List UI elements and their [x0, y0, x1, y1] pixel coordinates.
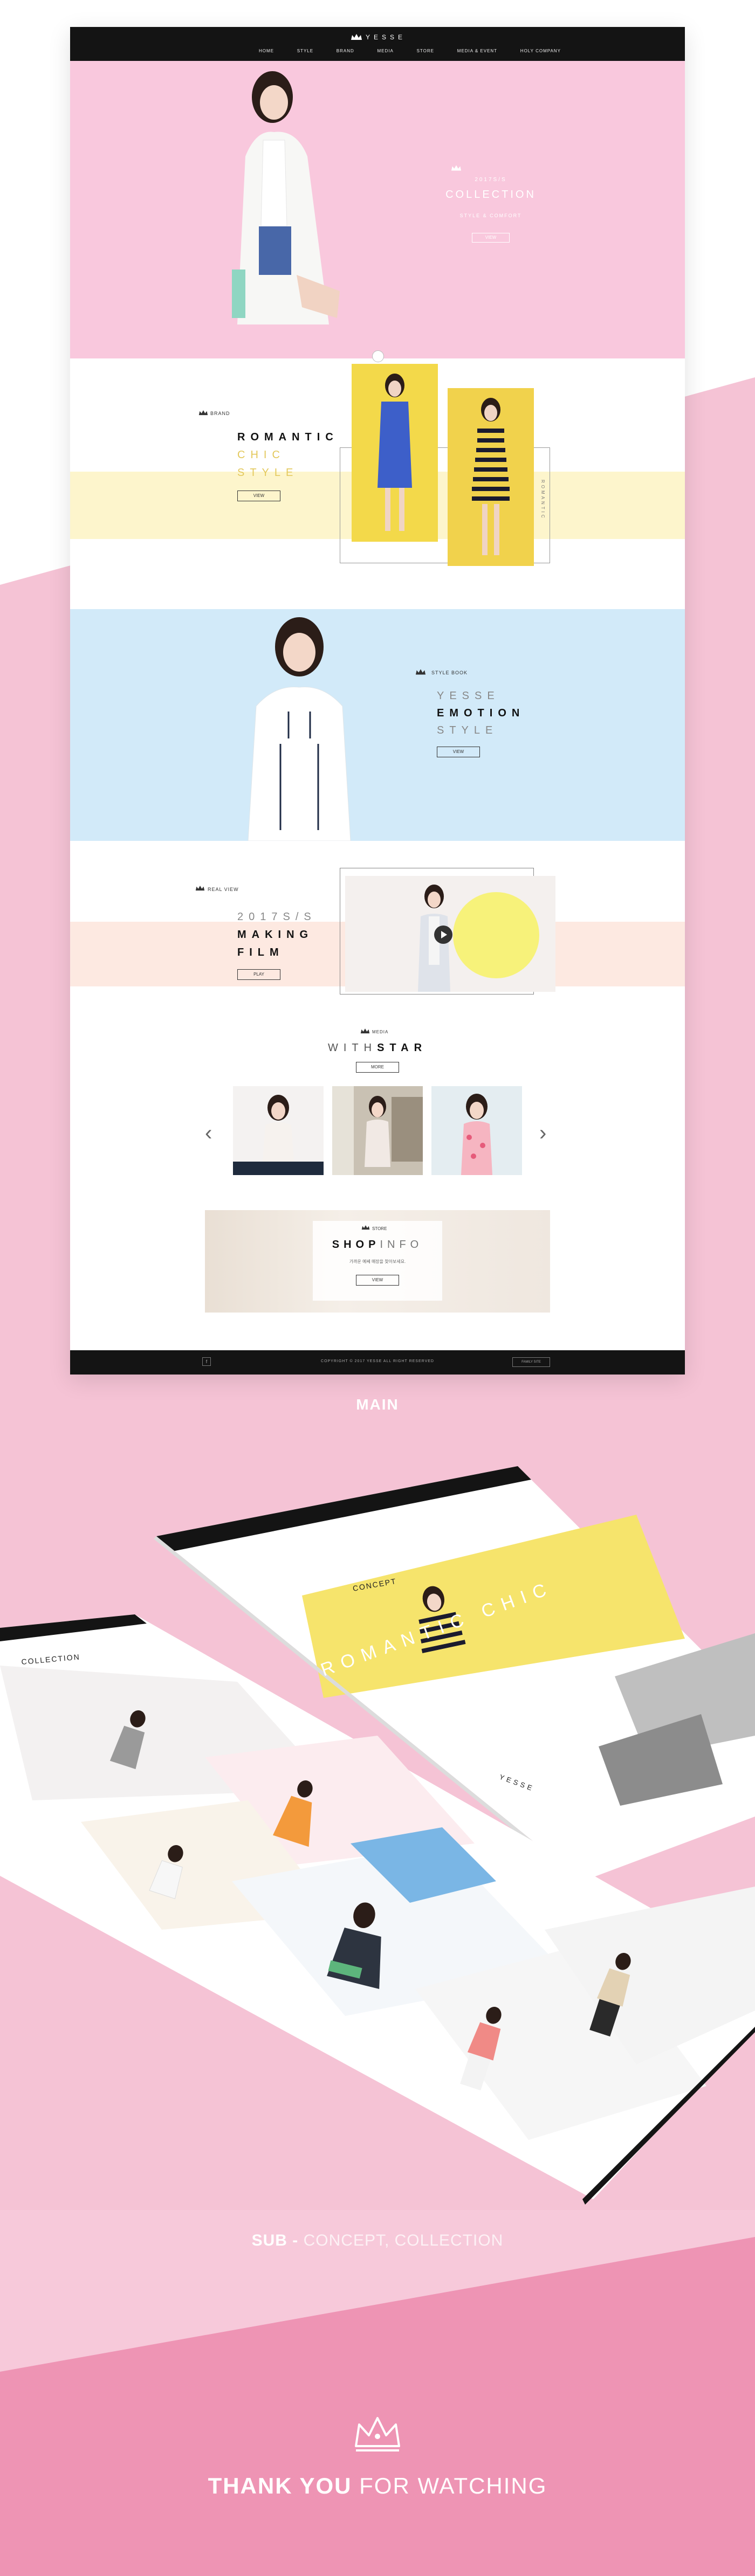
- chevron-left-icon[interactable]: ‹: [205, 1121, 212, 1145]
- nav-item-media[interactable]: MEDIA: [378, 49, 394, 53]
- romantic-crown-icon: [198, 410, 208, 416]
- hero-banner: [70, 61, 685, 358]
- romantic-tag: BRAND: [210, 411, 230, 416]
- nav-menu: HOME STYLE BRAND MEDIA STORE MEDIA & EVE…: [259, 49, 561, 53]
- star-thumbnail-3[interactable]: [431, 1086, 522, 1175]
- family-site-button[interactable]: FAMILY SITE: [512, 1357, 550, 1367]
- nav-item-brand[interactable]: BRAND: [337, 49, 354, 53]
- shop-title-bold: SHOP: [332, 1239, 380, 1251]
- emotion-tag: STYLE BOOK: [431, 670, 468, 675]
- romantic-model-1: [352, 364, 438, 542]
- star-tag: MEDIA: [372, 1030, 389, 1034]
- crown-logo-icon: [355, 2417, 400, 2451]
- hero-title: COLLECTION: [445, 189, 536, 201]
- star-title-light: WITH: [327, 1042, 378, 1054]
- main-page-mockup: YESSE HOME STYLE BRAND MEDIA STORE MEDIA…: [70, 27, 685, 1375]
- film-title-2: MAKING: [237, 929, 314, 941]
- footer-copyright: COPYRIGHT © 2017 YESSE ALL RIGHT RESERVE…: [321, 1359, 434, 1363]
- sub-label: SUB - CONCEPT, COLLECTION: [0, 2232, 755, 2250]
- hero-model-image: [232, 71, 340, 324]
- shop-view-button[interactable]: VIEW: [356, 1275, 399, 1286]
- romantic-title-3: STYLE: [237, 467, 299, 479]
- romantic-title-2: CHIC: [237, 449, 285, 461]
- star-crown-icon: [360, 1028, 370, 1034]
- star-title-bold: STAR: [377, 1042, 428, 1054]
- nav-item-event[interactable]: MEDIA & EVENT: [457, 49, 497, 53]
- nav-item-store[interactable]: STORE: [417, 49, 434, 53]
- emotion-banner: [70, 609, 685, 841]
- romantic-model-2: [448, 388, 534, 566]
- emotion-title-1: YESSE: [437, 690, 500, 702]
- shop-tag: STORE: [372, 1226, 387, 1231]
- sub-label-light: CONCEPT, COLLECTION: [303, 2232, 504, 2249]
- hero-subtitle: 2017S/S: [475, 177, 507, 183]
- emotion-view-button[interactable]: VIEW: [437, 747, 480, 757]
- romantic-vertical-text: ROMANTIC: [540, 480, 545, 520]
- star-thumbnail-2[interactable]: [332, 1086, 423, 1175]
- emotion-model-image: [248, 617, 351, 841]
- film-title-1: 2017S/S: [237, 911, 317, 923]
- thank-you-light: FOR WATCHING: [352, 2473, 547, 2498]
- thank-you-text: THANK YOU FOR WATCHING: [0, 2473, 755, 2499]
- film-crown-icon: [195, 886, 205, 891]
- star-thumbnail-1[interactable]: [233, 1086, 324, 1175]
- crown-icon: [351, 34, 362, 40]
- film-video-thumbnail[interactable]: [345, 876, 555, 992]
- shop-crown-icon: [361, 1225, 370, 1230]
- film-yellow-circle: [453, 892, 539, 978]
- romantic-view-button[interactable]: VIEW: [237, 491, 280, 501]
- shop-title: SHOPINFO: [313, 1239, 442, 1251]
- shop-description: 가까운 예쎄 매장을 찾아보세요.: [349, 1259, 406, 1264]
- main-label: MAIN: [356, 1396, 399, 1413]
- emotion-title-2: EMOTION: [437, 707, 525, 719]
- chevron-right-icon[interactable]: ›: [539, 1121, 546, 1145]
- shop-title-light: INFO: [380, 1239, 423, 1251]
- film-play-button[interactable]: PLAY: [237, 969, 280, 980]
- thank-you-bold: THANK YOU: [208, 2473, 352, 2498]
- top-nav: [70, 27, 685, 61]
- hero-view-button[interactable]: VIEW: [472, 233, 510, 243]
- sub-pages-mockup: CONCEPT ROMANTIC CHIC YESSE COLLECTION: [0, 1466, 755, 2205]
- nav-item-style[interactable]: STYLE: [297, 49, 313, 53]
- emotion-crown-icon: [415, 669, 426, 675]
- scroll-down-icon[interactable]: [372, 350, 384, 362]
- hero-crown-icon: [451, 165, 462, 171]
- film-title-3: FILM: [237, 947, 284, 958]
- film-tag: REAL VIEW: [208, 887, 239, 892]
- brand-logo[interactable]: YESSE: [366, 33, 406, 41]
- hero-description: STYLE & COMFORT: [459, 213, 522, 218]
- star-title: WITHSTAR: [70, 1042, 685, 1054]
- play-icon[interactable]: [434, 926, 452, 944]
- star-more-button[interactable]: MORE: [356, 1062, 399, 1073]
- nav-item-home[interactable]: HOME: [259, 49, 274, 53]
- emotion-title-3: STYLE: [437, 724, 498, 736]
- romantic-title-1: ROMANTIC: [237, 431, 339, 443]
- sub-label-bold: SUB -: [251, 2232, 304, 2249]
- nav-item-company[interactable]: HOLY COMPANY: [520, 49, 561, 53]
